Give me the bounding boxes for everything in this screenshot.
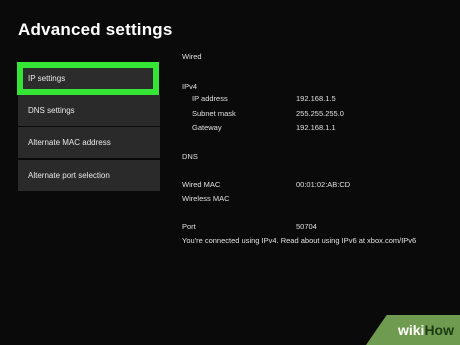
watermark-part2: How	[424, 322, 454, 338]
menu-item-label: Alternate MAC address	[28, 138, 111, 147]
menu-item-label: Alternate port selection	[28, 171, 110, 180]
port-label: Port	[182, 222, 196, 231]
wired-mac-value: 00:01:02:AB:CD	[296, 180, 351, 189]
subnet-mask-label: Subnet mask	[192, 109, 236, 118]
menu-item-label: DNS settings	[28, 106, 75, 115]
subnet-mask-value: 255.255.255.0	[296, 109, 344, 118]
ipv4-heading: IPv4	[182, 82, 198, 91]
menu-item-dns-settings[interactable]: DNS settings	[18, 95, 160, 126]
ip-address-row: IP address 192.168.1.5	[192, 94, 392, 103]
ip-address-value: 192.168.1.5	[296, 94, 336, 103]
dns-heading: DNS	[182, 152, 198, 161]
wikihow-watermark: wiki How	[366, 315, 460, 345]
wired-mac-label: Wired MAC	[182, 180, 221, 189]
gateway-value: 192.168.1.1	[296, 123, 336, 132]
watermark-part1: wiki	[397, 322, 425, 338]
connection-note: You're connected using IPv4. Read about …	[182, 236, 417, 245]
menu-item-alternate-mac-address[interactable]: Alternate MAC address	[18, 127, 160, 158]
gateway-row: Gateway 192.168.1.1	[192, 123, 392, 132]
port-value: 50704	[296, 222, 317, 231]
wireless-mac-label: Wireless MAC	[182, 194, 230, 203]
menu-item-ip-settings[interactable]: IP settings	[17, 62, 159, 95]
port-row: Port 50704	[182, 222, 402, 231]
menu-item-label: IP settings	[28, 74, 66, 83]
ip-address-label: IP address	[192, 94, 228, 103]
subnet-mask-row: Subnet mask 255.255.255.0	[192, 109, 392, 118]
gateway-label: Gateway	[192, 123, 222, 132]
wired-heading: Wired	[182, 52, 202, 61]
wired-mac-row: Wired MAC 00:01:02:AB:CD	[182, 180, 402, 189]
page-title: Advanced settings	[18, 20, 173, 39]
menu-item-alternate-port-selection[interactable]: Alternate port selection	[18, 160, 160, 191]
